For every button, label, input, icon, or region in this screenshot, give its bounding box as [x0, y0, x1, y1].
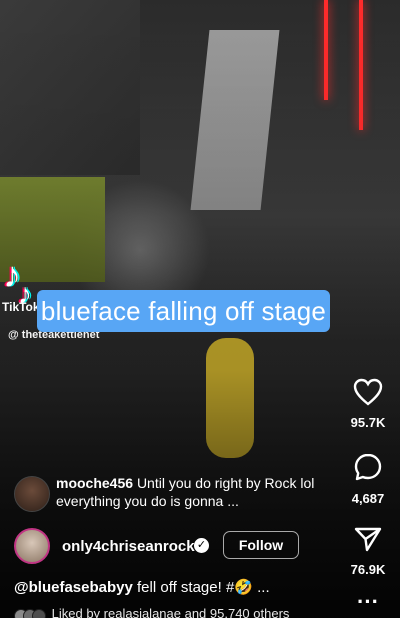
- follow-button[interactable]: Follow: [223, 531, 299, 559]
- post-caption[interactable]: @bluefasebabyy fell off stage! #🤣 ...: [14, 578, 270, 596]
- share-count: 76.9K: [350, 562, 386, 577]
- top-comment-preview[interactable]: mooche456 Until you do right by Rock lol…: [14, 472, 329, 518]
- tiktok-watermark-text: TikTok: [2, 300, 40, 314]
- like-button[interactable]: 95.7K: [338, 378, 398, 430]
- caption-text: fell off stage! #🤣 ...: [132, 579, 270, 596]
- comment-count: 4,687: [351, 491, 385, 506]
- verified-badge-icon: ✓: [194, 538, 209, 553]
- like-count: 95.7K: [350, 415, 386, 430]
- account-username[interactable]: only4chriseanrock: [62, 538, 195, 555]
- avatar: [14, 476, 50, 512]
- send-icon: [354, 527, 382, 552]
- more-options-icon[interactable]: ···: [338, 591, 398, 613]
- comment-username[interactable]: mooche456: [56, 475, 133, 491]
- share-button[interactable]: 76.9K: [338, 525, 398, 577]
- comment-body: mooche456 Until you do right by Rock lol…: [56, 474, 328, 510]
- avatar: [32, 608, 46, 618]
- liked-by-text: Liked by realasialanae and 95,740 others: [51, 606, 290, 618]
- comment-button[interactable]: 4,687: [338, 452, 398, 506]
- video-caption-text: blueface falling off stage: [40, 295, 327, 326]
- video-caption-banner: blueface falling off stage: [37, 290, 330, 332]
- avatar[interactable]: [14, 528, 50, 564]
- liked-by-avatars: [14, 608, 48, 618]
- liked-by-row[interactable]: Liked by realasialanae and 95,740 others: [14, 606, 289, 618]
- account-row: only4chriseanrock ✓ Follow: [14, 528, 314, 566]
- heart-icon: [353, 378, 383, 406]
- caption-mention[interactable]: @bluefasebabyy: [14, 579, 133, 596]
- comment-bubble-icon: [354, 453, 382, 481]
- tiktok-watermark: TikTok: [2, 300, 40, 314]
- video-viewer[interactable]: ♪ ♪ TikTok @ theteakettlenet blueface fa…: [0, 0, 400, 618]
